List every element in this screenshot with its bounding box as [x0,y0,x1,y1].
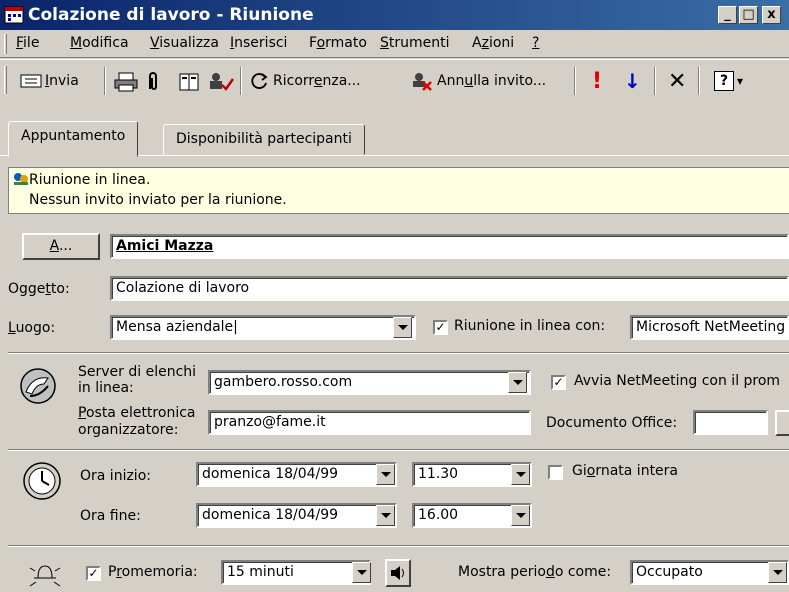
reminder-bell-icon [29,565,61,587]
banner-line-1: Riunione in linea. [29,172,151,188]
tab-appointment[interactable]: Appuntamento [8,121,139,157]
help-button[interactable]: ? ▾ [714,68,743,94]
online-meeting-checkbox[interactable]: ✓ [433,320,448,335]
online-meeting-icon [14,173,28,185]
speaker-icon [391,566,404,580]
section-divider [8,545,789,547]
section-divider [8,352,789,354]
toolbar-separator [654,67,656,95]
print-icon[interactable] [114,72,138,92]
show-as-dropdown-button[interactable] [768,562,787,583]
menu-item[interactable]: Formato [309,35,367,51]
paperclip-icon[interactable] [146,71,160,93]
toolbar-separator [240,67,242,95]
menu-item[interactable]: Visualizza [150,35,219,51]
netmeeting-icon [20,368,56,404]
importance-low-button[interactable]: ↓ [624,68,641,94]
menu-item[interactable]: Inserisci [230,35,287,51]
organizer-email-label: Posta elettronica organizzatore: [78,405,196,438]
show-as-label: Mostra periodo come: [458,564,612,580]
menu-item[interactable]: File [16,35,39,51]
location-label: Luogo: [8,320,56,336]
location-dropdown-button[interactable] [393,317,412,338]
minimize-button[interactable]: _ [718,6,737,24]
menu-item[interactable]: Azioni [472,35,514,51]
info-banner: Riunione in linea. Nessun invito inviato… [8,167,789,214]
office-document-input[interactable] [693,410,768,435]
directory-server-input[interactable]: gambero.rosso.com [208,370,531,395]
end-time-label: Ora fine: [80,508,141,524]
toolbar-grip[interactable] [4,66,7,94]
send-icon [20,74,42,88]
end-date-dropdown-button[interactable] [376,505,395,526]
reminder-select[interactable]: 15 minuti [221,560,371,585]
toolbar: Invia Ricorrenza... Annulla invito... ! … [0,59,789,99]
address-book-icon[interactable] [178,72,200,92]
end-date-input[interactable]: domenica 18/04/99 [196,503,397,528]
close-button[interactable]: x [762,6,781,24]
toolbar-separator [574,67,576,95]
start-time-dropdown-button[interactable] [511,464,530,485]
office-document-browse-button[interactable] [775,410,789,436]
start-time-label: Ora inizio: [80,468,151,484]
start-date-input[interactable]: domenica 18/04/99 [196,462,397,487]
reminder-label: Promemoria: [108,564,198,580]
toolbar-separator [698,67,700,95]
all-day-label: Giornata intera [572,463,679,479]
menu-item[interactable]: ? [532,35,539,51]
help-dropdown-icon[interactable]: ▾ [737,74,743,88]
recurrence-icon [251,73,268,89]
send-button[interactable]: Invia [20,68,79,94]
location-input[interactable]: Mensa aziendale| [110,315,416,340]
subject-input[interactable]: Colazione di lavoro [110,276,789,301]
menu-grip[interactable] [4,34,7,54]
reminder-dropdown-button[interactable] [352,562,371,583]
office-document-label: Documento Office: [546,415,678,431]
title-bar: Colazione di lavoro - Riunione _ □ x [0,0,789,30]
clock-icon [23,462,61,500]
section-divider [8,449,789,451]
to-field[interactable]: Amici Mazza [110,234,789,259]
appointment-icon [4,6,24,24]
menu-item[interactable]: Strumenti [380,35,450,51]
all-day-checkbox[interactable] [548,465,563,480]
organizer-email-input[interactable]: pranzo@fame.it [208,410,531,435]
window-title: Colazione di lavoro - Riunione [28,5,314,25]
end-time-dropdown-button[interactable] [511,505,530,526]
directory-server-label: Server di elenchi in linea: [78,364,197,396]
importance-high-button[interactable]: ! [592,68,602,94]
autostart-netmeeting-checkbox[interactable]: ✓ [551,375,566,390]
cancel-invitation-icon [413,73,432,91]
start-date-dropdown-button[interactable] [376,464,395,485]
toolbar-separator [104,67,106,95]
reminder-checkbox[interactable]: ✓ [86,566,101,581]
cancel-invitation-button[interactable]: Annulla invito... [410,68,546,94]
menu-item[interactable]: Modifica [70,35,129,51]
autostart-netmeeting-label: Avvia NetMeeting con il prom [574,373,781,389]
to-button[interactable]: A... [22,233,100,260]
show-as-select[interactable]: Occupato [630,560,789,585]
delete-button[interactable]: ✕ [668,68,686,94]
tab-availability[interactable]: Disponibilità partecipanti [163,124,365,155]
directory-server-dropdown-button[interactable] [508,372,527,393]
recurrence-button[interactable]: Ricorrenza... [250,68,361,94]
reminder-sound-button[interactable] [385,559,411,587]
maximize-button[interactable]: □ [739,6,758,24]
online-meeting-app-select[interactable]: Microsoft NetMeeting [630,315,789,340]
online-meeting-label: Riunione in linea con: [454,318,606,334]
help-icon: ? [714,71,734,91]
check-names-icon[interactable] [206,71,234,93]
menu-bar: File Modifica Visualizza Inserisci Formato St… [0,30,789,58]
subject-label: Oggetto: [8,281,70,297]
banner-line-2: Nessun invito inviato per la riunione. [29,192,287,208]
